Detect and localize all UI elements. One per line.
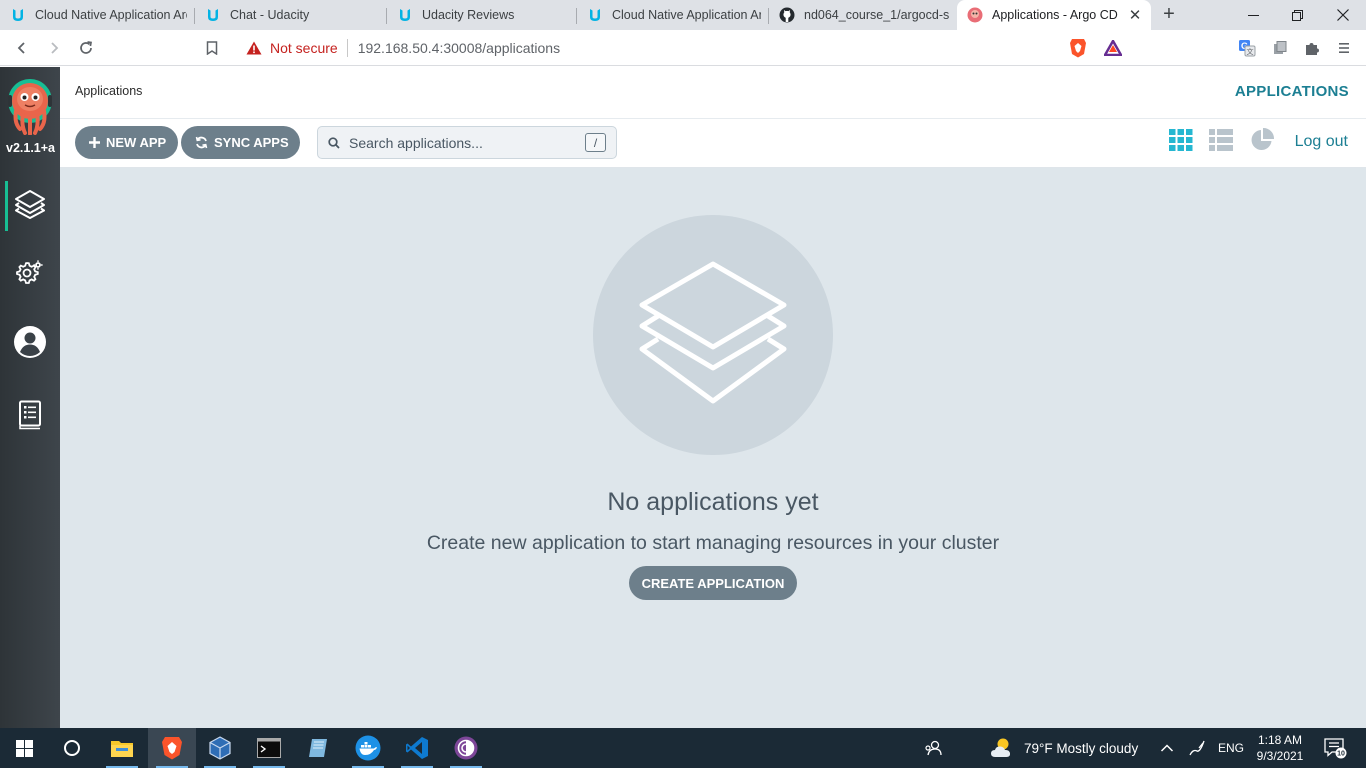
github-icon — [779, 7, 795, 23]
sync-icon — [195, 136, 208, 149]
back-button[interactable] — [10, 36, 34, 60]
user-icon — [13, 325, 47, 364]
udacity-icon — [205, 7, 221, 23]
people-icon[interactable] — [924, 728, 942, 768]
sidebar-item-applications[interactable] — [0, 178, 60, 234]
notepad-icon[interactable] — [294, 728, 342, 768]
empty-state-illustration — [593, 215, 833, 455]
argo-logo[interactable] — [6, 77, 54, 136]
system-clock[interactable]: 1:18 AM 9/3/2021 — [1250, 732, 1310, 764]
udacity-icon — [397, 7, 413, 23]
virtualbox-icon[interactable] — [196, 728, 244, 768]
svg-text:文: 文 — [1247, 47, 1254, 56]
empty-state-subtitle: Create new application to start managing… — [426, 532, 1000, 554]
docs-icon — [18, 400, 42, 435]
copy-extension-icon[interactable] — [1270, 38, 1290, 58]
gear-icon — [15, 258, 45, 293]
sidebar: v2.1.1+a — [0, 67, 60, 728]
search-box[interactable]: / — [317, 126, 617, 159]
close-window-button[interactable] — [1320, 0, 1366, 30]
sidebar-item-documentation[interactable] — [0, 389, 60, 445]
argo-icon — [967, 7, 983, 23]
page-header: Applications APPLICATIONS — [60, 67, 1366, 119]
input-language[interactable]: ENG — [1218, 728, 1244, 768]
new-app-button[interactable]: NEW APP — [75, 126, 178, 159]
browser-tab[interactable]: Chat - Udacity — [195, 0, 387, 30]
browser-menu-icon[interactable] — [1334, 38, 1354, 58]
brave-browser-icon[interactable] — [148, 728, 196, 768]
search-input[interactable] — [349, 134, 585, 151]
udacity-icon — [587, 7, 603, 23]
minimize-button[interactable] — [1230, 0, 1276, 30]
brave-rewards-icon[interactable] — [1103, 38, 1123, 58]
weather-widget[interactable]: 79°F Mostly cloudy — [990, 728, 1138, 768]
show-hidden-icons-chevron[interactable] — [1160, 728, 1174, 768]
sidebar-item-user-info[interactable] — [0, 316, 60, 372]
cloudy-weather-icon — [991, 738, 1011, 757]
action-bar: NEW APP SYNC APPS / Log out — [60, 119, 1366, 168]
docker-icon[interactable] — [344, 728, 392, 768]
summary-pie-icon[interactable] — [1248, 126, 1276, 154]
pen-icon[interactable] — [1188, 728, 1206, 768]
list-view-icon[interactable] — [1207, 126, 1235, 154]
tor-browser-icon[interactable] — [442, 728, 490, 768]
notification-count-badge: 10 — [1337, 751, 1345, 758]
forward-button[interactable] — [42, 36, 66, 60]
header-section-label: APPLICATIONS — [1234, 83, 1349, 100]
browser-tab[interactable]: nd064_course_1/argocd-serv — [769, 0, 957, 30]
new-tab-button[interactable]: + — [1158, 4, 1180, 26]
brave-shields-icon[interactable] — [1068, 38, 1088, 58]
address-bar[interactable]: Not secure 192.168.50.4:30008/applicatio… — [236, 33, 1130, 63]
extensions-puzzle-icon[interactable] — [1302, 38, 1322, 58]
logout-link[interactable]: Log out — [1295, 133, 1348, 151]
url-text: 192.168.50.4:30008/applications — [357, 40, 561, 56]
bookmark-icon[interactable] — [200, 36, 224, 60]
layers-icon — [638, 260, 788, 411]
version-label: v2.1.1+a — [6, 141, 56, 155]
close-tab-icon[interactable]: ✕ — [1127, 6, 1143, 24]
warning-icon — [246, 41, 262, 55]
browser-tab-strip: Cloud Native Application Arc Chat - Udac… — [0, 0, 1366, 30]
restore-button[interactable] — [1274, 0, 1320, 30]
reload-button[interactable] — [74, 36, 98, 60]
search-icon — [328, 136, 340, 149]
vscode-icon[interactable] — [393, 728, 441, 768]
windows-taskbar: 79°F Mostly cloudy ENG 1:18 AM 9/3/2021 … — [0, 728, 1366, 768]
applications-content: No applications yet Create new applicati… — [60, 168, 1366, 728]
terminal-icon[interactable] — [245, 728, 293, 768]
browser-tab-active[interactable]: Applications - Argo CD ✕ — [957, 0, 1151, 30]
empty-state-title: No applications yet — [607, 488, 819, 516]
sidebar-item-settings[interactable] — [0, 247, 60, 303]
file-explorer-icon[interactable] — [98, 728, 146, 768]
search-circle-icon[interactable] — [48, 728, 96, 768]
browser-tab[interactable]: Udacity Reviews — [387, 0, 577, 30]
translate-icon[interactable]: G文 — [1237, 38, 1257, 58]
notification-center-icon[interactable]: 10 — [1324, 728, 1348, 768]
plus-icon — [89, 137, 100, 148]
create-application-button[interactable]: CREATE APPLICATION — [629, 566, 797, 600]
layers-icon — [14, 189, 46, 224]
browser-tab[interactable]: Cloud Native Application Arc — [0, 0, 195, 30]
page-title: Applications — [75, 84, 143, 98]
browser-tab[interactable]: Cloud Native Application Arc — [577, 0, 769, 30]
browser-toolbar: Not secure 192.168.50.4:30008/applicatio… — [0, 30, 1366, 66]
windows-start-icon[interactable] — [0, 728, 48, 768]
not-secure-warning[interactable]: Not secure — [246, 40, 338, 56]
sync-apps-button[interactable]: SYNC APPS — [181, 126, 300, 159]
search-shortcut-hint: / — [585, 133, 606, 152]
tiles-view-icon[interactable] — [1167, 126, 1195, 154]
udacity-icon — [10, 7, 26, 23]
